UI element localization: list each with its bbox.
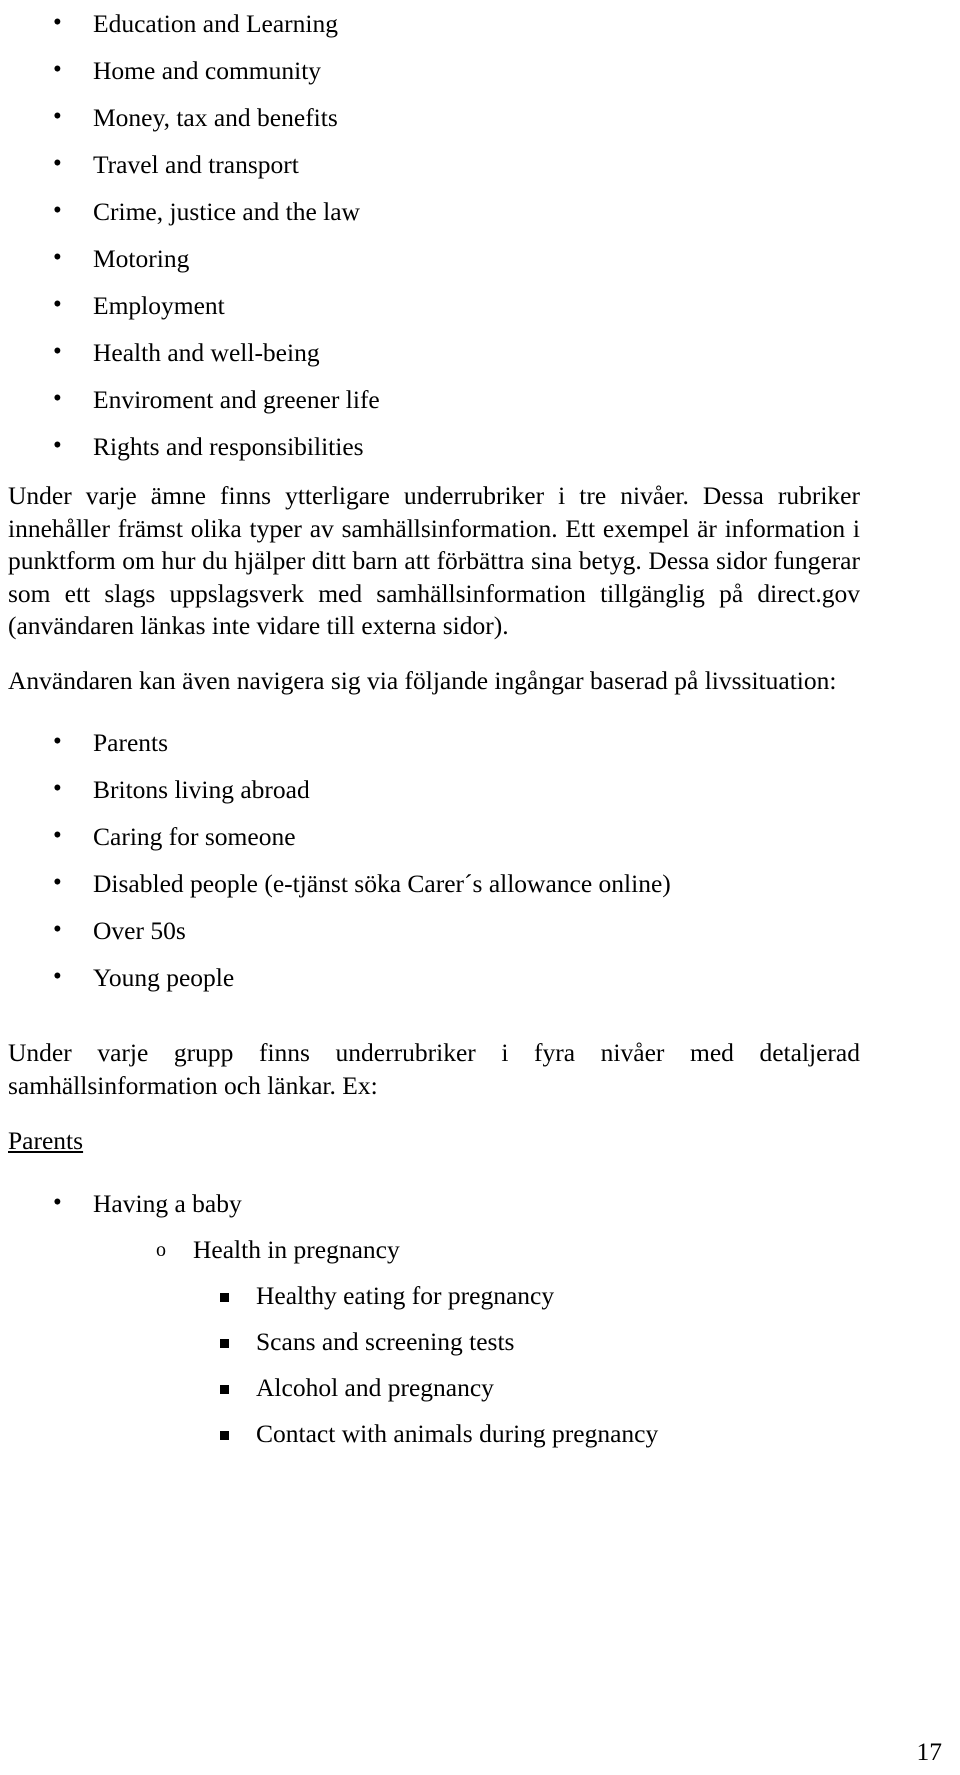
list-item-label: Young people (93, 963, 235, 992)
list-item: Crime, justice and the law (8, 187, 952, 235)
list-item-label: Scans and screening tests (256, 1327, 515, 1356)
list-item-label: Disabled people (e-tjänst söka Carer´s a… (93, 869, 671, 898)
page-number: 17 (916, 1737, 943, 1766)
list-item-label: Alcohol and pregnancy (256, 1373, 494, 1402)
list-item-label: Motoring (93, 244, 190, 273)
list-item-label: Britons living abroad (93, 775, 310, 804)
list-item: Having a baby (8, 1179, 952, 1227)
lifesituation-list: Parents Britons living abroad Caring for… (8, 718, 952, 1001)
list-item: Britons living abroad (8, 765, 952, 813)
example-tree-level1: Having a baby (8, 1179, 952, 1227)
list-item: Home and community (8, 46, 952, 94)
list-item-label: Money, tax and benefits (93, 103, 338, 132)
list-item-label: Health in pregnancy (193, 1235, 400, 1264)
list-item-label: Parents (93, 728, 169, 757)
list-item-label: Contact with animals during pregnancy (256, 1419, 659, 1448)
list-item: Rights and responsibilities (8, 422, 952, 470)
list-item: Parents (8, 718, 952, 766)
document-page: Education and Learning Home and communit… (0, 0, 960, 1775)
paragraph-lifesituation-intro: Användaren kan även navigera sig via föl… (8, 665, 837, 695)
list-item-label: Caring for someone (93, 822, 296, 851)
list-item: Motoring (8, 234, 952, 282)
list-item: Health and well-being (8, 328, 952, 376)
list-item-label: Employment (93, 291, 225, 320)
list-item: Healthy eating for pregnancy (8, 1273, 952, 1319)
list-item: Enviroment and greener life (8, 375, 952, 423)
list-item: Education and Learning (8, 0, 952, 47)
list-item: Caring for someone (8, 812, 952, 860)
list-item: Scans and screening tests (8, 1319, 952, 1365)
list-item-label: Home and community (93, 56, 322, 85)
list-item: Alcohol and pregnancy (8, 1365, 952, 1411)
list-item: Travel and transport (8, 140, 952, 188)
list-item: Health in pregnancy (8, 1227, 952, 1273)
example-heading-parents: Parents (8, 1126, 84, 1155)
list-item-label: Healthy eating for pregnancy (256, 1281, 555, 1310)
list-item: Money, tax and benefits (8, 93, 952, 141)
paragraph-group-subheadings: Under varje grupp finns underrubriker i … (8, 1038, 860, 1100)
list-item-label: Travel and transport (93, 150, 299, 179)
list-item: Over 50s (8, 906, 952, 954)
list-item-label: Having a baby (93, 1189, 242, 1218)
list-item-label: Rights and responsibilities (93, 432, 364, 461)
example-tree-level3: Healthy eating for pregnancy Scans and s… (8, 1273, 952, 1457)
example-tree-level2: Health in pregnancy (8, 1227, 952, 1273)
list-item: Contact with animals during pregnancy (8, 1411, 952, 1457)
topics-list: Education and Learning Home and communit… (8, 0, 952, 470)
list-item-label: Education and Learning (93, 9, 338, 38)
list-item: Disabled people (e-tjänst söka Carer´s a… (8, 859, 952, 907)
list-item-label: Crime, justice and the law (93, 197, 360, 226)
list-item-label: Enviroment and greener life (93, 385, 380, 414)
list-item-label: Health and well-being (93, 338, 320, 367)
list-item: Employment (8, 281, 952, 329)
list-item-label: Over 50s (93, 916, 186, 945)
paragraph-directgov-structure: Under varje ämne finns ytterligare under… (8, 481, 860, 640)
list-item: Young people (8, 953, 952, 1001)
